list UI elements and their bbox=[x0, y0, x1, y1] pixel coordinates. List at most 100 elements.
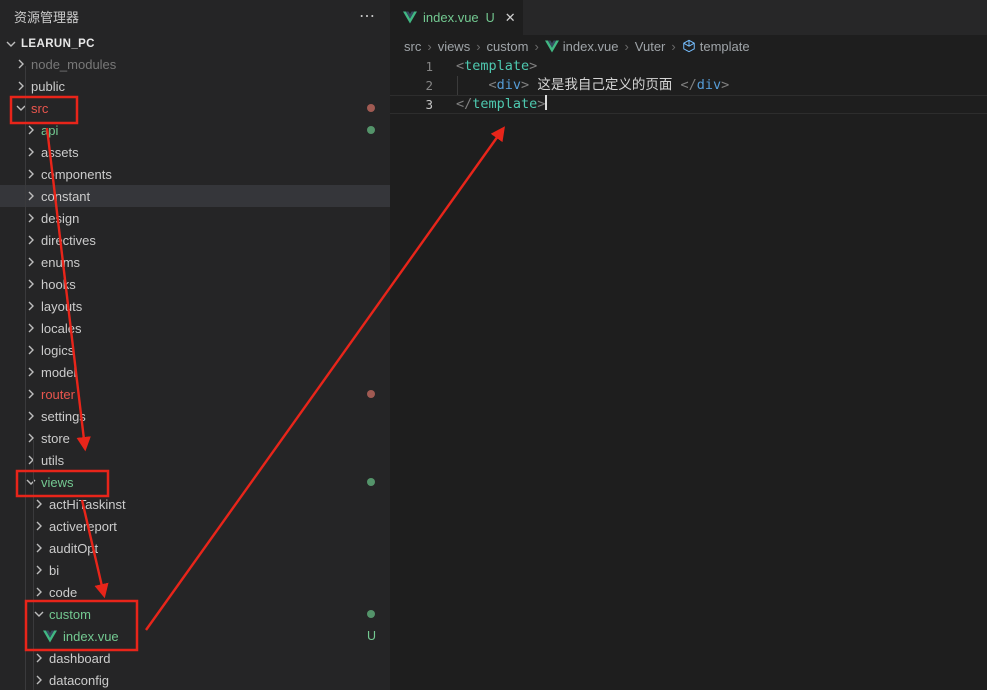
code-text: <template> bbox=[433, 57, 537, 76]
tree-item-label: directives bbox=[41, 233, 96, 248]
breadcrumb: src›views›custom›index.vue›Vuter›templat… bbox=[390, 35, 987, 57]
breadcrumb-item-views[interactable]: views bbox=[438, 39, 471, 54]
tree-folder-directives[interactable]: directives bbox=[0, 229, 390, 251]
code-editor[interactable]: 1<template>2 <div> 这是我自己定义的页面 </div>3</t… bbox=[390, 57, 987, 690]
tree-folder-locales[interactable]: locales bbox=[0, 317, 390, 339]
text-cursor bbox=[545, 95, 547, 110]
tree-folder-code[interactable]: code bbox=[0, 581, 390, 603]
tree-item-label: activereport bbox=[49, 519, 117, 534]
tree-folder-utils[interactable]: utils bbox=[0, 449, 390, 471]
tree-item-label: actHiTaskinst bbox=[49, 497, 126, 512]
tree-folder-constant[interactable]: constant bbox=[0, 185, 390, 207]
tree-item-label: store bbox=[41, 431, 70, 446]
vue-logo-icon bbox=[545, 40, 559, 53]
code-area: 1<template>2 <div> 这是我自己定义的页面 </div>3</t… bbox=[390, 57, 987, 114]
tree-item-label: utils bbox=[41, 453, 64, 468]
tree-folder-enums[interactable]: enums bbox=[0, 251, 390, 273]
tree-item-label: auditOpt bbox=[49, 541, 98, 556]
breadcrumb-item-Vuter[interactable]: Vuter bbox=[635, 39, 666, 54]
workspace-name: LEARUN_PC bbox=[21, 38, 95, 50]
tree-folder-settings[interactable]: settings bbox=[0, 405, 390, 427]
indent-guide bbox=[25, 66, 26, 690]
tree-folder-components[interactable]: components bbox=[0, 163, 390, 185]
explorer-sidebar: 资源管理器 ⋯ LEARUN_PC node_modulespublic src a… bbox=[0, 0, 390, 690]
tree-item-label: enums bbox=[41, 255, 80, 270]
workspace-section-header[interactable]: LEARUN_PC bbox=[0, 33, 390, 54]
breadcrumb-separator: › bbox=[427, 39, 431, 54]
tree-folder-bi[interactable]: bi bbox=[0, 559, 390, 581]
tree-folder-dataconfig[interactable]: dataconfig bbox=[0, 669, 390, 690]
code-line-2[interactable]: 2 <div> 这是我自己定义的页面 </div> bbox=[390, 76, 987, 95]
tree-item-label: design bbox=[41, 211, 79, 226]
git-status-badge: U bbox=[367, 629, 376, 643]
tree-folder-store[interactable]: store bbox=[0, 427, 390, 449]
tree-folder-design[interactable]: design bbox=[0, 207, 390, 229]
tree-folder-api[interactable]: api bbox=[0, 119, 390, 141]
untracked-dot-badge bbox=[367, 610, 375, 618]
tree-item-label: public bbox=[31, 79, 65, 94]
code-text: </template> bbox=[433, 95, 547, 114]
breadcrumb-separator: › bbox=[534, 39, 538, 54]
tree-folder-model[interactable]: model bbox=[0, 361, 390, 383]
editor-tab-bar: index.vue U ✕ bbox=[390, 0, 987, 35]
breadcrumb-label: template bbox=[700, 39, 750, 54]
explorer-title-bar: 资源管理器 ⋯ bbox=[0, 0, 390, 33]
close-icon[interactable]: ✕ bbox=[505, 10, 516, 26]
tree-folder-actHiTaskinst[interactable]: actHiTaskinst bbox=[0, 493, 390, 515]
tree-item-label: router bbox=[41, 387, 75, 402]
tree-folder-layouts[interactable]: layouts bbox=[0, 295, 390, 317]
tree-item-label: model bbox=[41, 365, 76, 380]
tree-folder-public[interactable]: public bbox=[0, 75, 390, 97]
tree-file-index.vue[interactable]: index.vue U bbox=[0, 625, 390, 647]
file-tree: node_modulespublic src api assets components… bbox=[0, 53, 390, 690]
tree-folder-src[interactable]: src bbox=[0, 97, 390, 119]
more-actions-icon[interactable]: ⋯ bbox=[359, 12, 376, 22]
tree-item-label: custom bbox=[49, 607, 91, 622]
vue-logo-icon bbox=[43, 630, 57, 643]
tree-item-label: layouts bbox=[41, 299, 82, 314]
breadcrumb-label: views bbox=[438, 39, 471, 54]
tree-folder-router[interactable]: router bbox=[0, 383, 390, 405]
tree-folder-hooks[interactable]: hooks bbox=[0, 273, 390, 295]
tree-folder-logics[interactable]: logics bbox=[0, 339, 390, 361]
breadcrumb-label: Vuter bbox=[635, 39, 666, 54]
tree-item-label: src bbox=[31, 101, 48, 116]
chevron-right-icon[interactable] bbox=[13, 56, 29, 72]
tree-item-label: node_modules bbox=[31, 57, 116, 72]
tree-folder-custom[interactable]: custom bbox=[0, 603, 390, 625]
code-line-3[interactable]: 3</template> bbox=[390, 95, 987, 114]
tree-item-label: views bbox=[41, 475, 74, 490]
tree-item-label: dashboard bbox=[49, 651, 110, 666]
chevron-right-icon[interactable] bbox=[13, 78, 29, 94]
chevron-down-icon[interactable] bbox=[13, 100, 29, 116]
breadcrumb-label: src bbox=[404, 39, 421, 54]
breadcrumb-item-template[interactable]: template bbox=[682, 39, 750, 54]
tree-folder-assets[interactable]: assets bbox=[0, 141, 390, 163]
line-number: 2 bbox=[390, 76, 433, 95]
tree-item-label: code bbox=[49, 585, 77, 600]
chevron-down-icon[interactable] bbox=[3, 36, 19, 52]
breadcrumb-item-index.vue[interactable]: index.vue bbox=[545, 39, 619, 54]
breadcrumb-separator: › bbox=[476, 39, 480, 54]
breadcrumb-item-src[interactable]: src bbox=[404, 39, 421, 54]
code-text: <div> 这是我自己定义的页面 </div> bbox=[433, 76, 729, 95]
tree-folder-dashboard[interactable]: dashboard bbox=[0, 647, 390, 669]
tree-item-label: assets bbox=[41, 145, 79, 160]
tree-item-label: components bbox=[41, 167, 112, 182]
breadcrumb-separator: › bbox=[671, 39, 675, 54]
tree-item-label: constant bbox=[41, 189, 90, 204]
tree-folder-node_modules[interactable]: node_modules bbox=[0, 53, 390, 75]
breadcrumb-item-custom[interactable]: custom bbox=[487, 39, 529, 54]
tree-item-label: logics bbox=[41, 343, 74, 358]
tree-item-label: index.vue bbox=[63, 629, 119, 644]
tree-item-label: bi bbox=[49, 563, 59, 578]
explorer-title: 资源管理器 bbox=[14, 7, 359, 26]
tree-folder-auditOpt[interactable]: auditOpt bbox=[0, 537, 390, 559]
code-line-1[interactable]: 1<template> bbox=[390, 57, 987, 76]
tree-folder-activereport[interactable]: activereport bbox=[0, 515, 390, 537]
tab-index-vue[interactable]: index.vue U ✕ bbox=[390, 0, 523, 35]
tree-folder-views[interactable]: views bbox=[0, 471, 390, 493]
tree-item-label: settings bbox=[41, 409, 86, 424]
line-number: 1 bbox=[390, 57, 433, 76]
tab-git-status: U bbox=[486, 11, 495, 25]
